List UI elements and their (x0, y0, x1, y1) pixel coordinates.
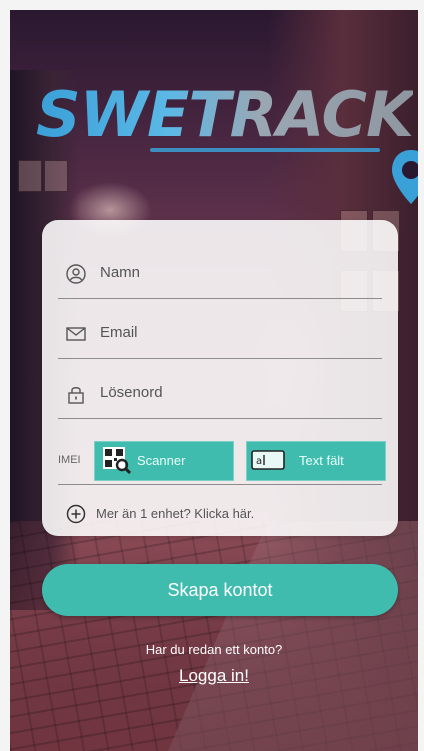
app-logo: SWETRACK (36, 74, 418, 204)
more-devices-text: Mer än 1 enhet? Klicka här. (96, 506, 255, 521)
user-icon (66, 264, 86, 284)
create-account-button[interactable]: Skapa kontot (42, 564, 398, 616)
password-field[interactable]: Lösenord (58, 370, 382, 419)
scanner-label: Scanner (137, 453, 186, 468)
lock-icon (68, 387, 84, 404)
scanner-button[interactable]: Scanner (94, 441, 234, 481)
email-field[interactable]: Email (58, 310, 382, 359)
logo-text: SWETRACK (36, 78, 414, 151)
text-field-button[interactable]: a Text fält (246, 441, 386, 481)
imei-row: IMEI Scanner a Text fält (58, 438, 386, 485)
location-pin-icon (392, 150, 418, 204)
imei-label: IMEI (58, 454, 81, 466)
envelope-icon (66, 327, 86, 341)
password-placeholder: Lösenord (100, 384, 163, 401)
name-field[interactable]: Namn (58, 250, 382, 299)
keyboard-icon: a (251, 450, 285, 470)
have-account-text: Har du redan ett konto? (145, 642, 283, 657)
signup-form-card: Namn Email Lösenord IMEI Scanner a Text … (42, 220, 398, 536)
login-link[interactable]: Logga in! (10, 666, 418, 686)
text-field-label: Text fält (299, 453, 344, 468)
app-screen: SWETRACK Namn Email Lösenord IMEI Scanne… (10, 10, 418, 751)
logo-underline (150, 148, 380, 152)
name-placeholder: Namn (100, 264, 141, 281)
svg-text:a: a (256, 456, 262, 467)
plus-circle-icon (66, 504, 86, 524)
email-placeholder: Email (100, 324, 138, 341)
qr-search-icon (103, 447, 131, 475)
